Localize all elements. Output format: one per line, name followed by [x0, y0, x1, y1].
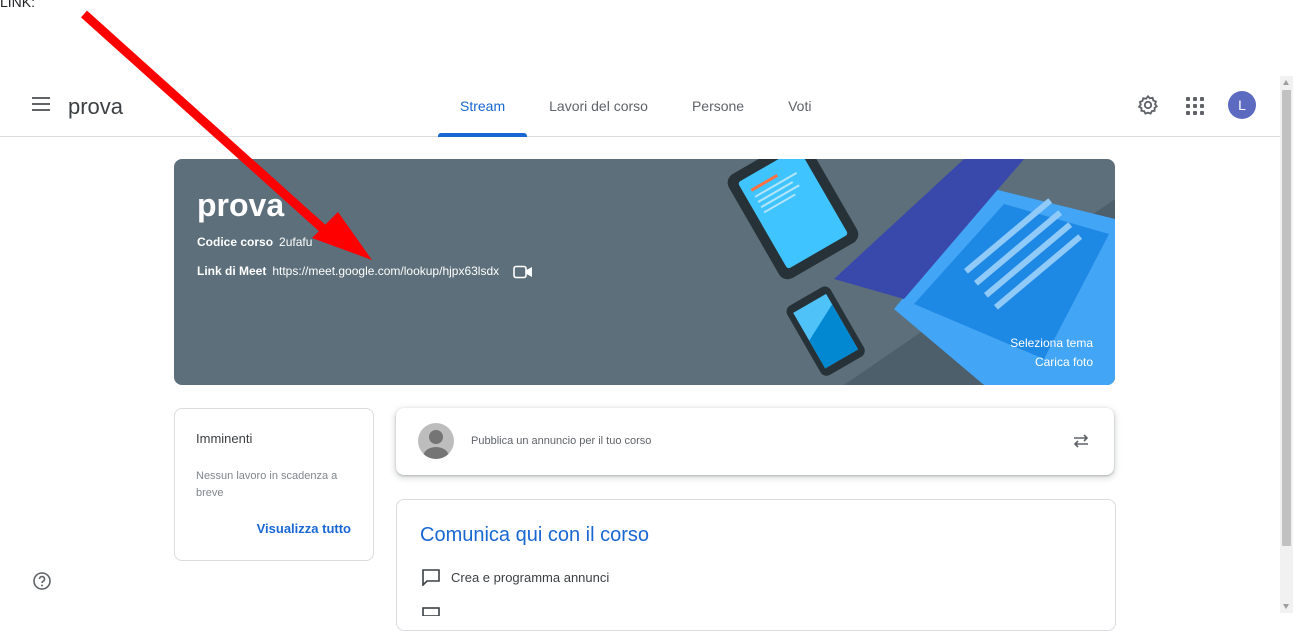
help-icon[interactable]: [32, 571, 52, 591]
upload-photo-link[interactable]: Carica foto: [1010, 353, 1093, 372]
user-avatar[interactable]: L: [1228, 91, 1256, 119]
annotation-arrow: [80, 10, 372, 260]
upcoming-card: Imminenti Nessun lavoro in scadenza a br…: [174, 408, 374, 561]
banner-actions: Seleziona tema Carica foto: [1010, 334, 1093, 372]
communicate-item-label: Crea e programma annunci: [451, 569, 610, 585]
communicate-title: Comunica qui con il corso: [420, 524, 649, 546]
tab-stream[interactable]: Stream: [438, 76, 528, 137]
view-all-link[interactable]: Visualizza tutto: [257, 521, 351, 536]
video-camera-icon[interactable]: [512, 265, 533, 279]
scroll-down-arrow-icon[interactable]: [1283, 604, 1289, 609]
tab-bar: Stream Lavori del corso Persone Voti: [438, 76, 833, 137]
announce-placeholder[interactable]: Pubblica un annuncio per il tuo corso: [471, 435, 651, 447]
announcement-icon: [422, 569, 440, 586]
tab-classwork[interactable]: Lavori del corso: [527, 76, 670, 136]
tab-people[interactable]: Persone: [670, 76, 766, 136]
scroll-up-arrow-icon[interactable]: [1283, 80, 1289, 85]
apps-grid-icon[interactable]: [1186, 97, 1204, 115]
upcoming-title: Imminenti: [196, 431, 253, 446]
gear-icon[interactable]: [1137, 94, 1159, 116]
second-item-icon: [422, 607, 440, 616]
select-theme-link[interactable]: Seleziona tema: [1010, 334, 1093, 353]
communicate-card: Comunica qui con il corso Crea e program…: [396, 499, 1116, 631]
communicate-item: Crea e programma annunci: [421, 568, 609, 586]
repost-icon[interactable]: [1071, 431, 1091, 451]
tab-grades[interactable]: Voti: [766, 76, 833, 136]
page-scrollbar[interactable]: [1280, 76, 1293, 613]
announce-box[interactable]: Pubblica un annuncio per il tuo corso: [396, 408, 1114, 475]
default-avatar-icon: [418, 423, 454, 459]
scrollbar-thumb[interactable]: [1282, 90, 1291, 546]
upcoming-empty-text: Nessun lavoro in scadenza a breve: [196, 470, 338, 499]
